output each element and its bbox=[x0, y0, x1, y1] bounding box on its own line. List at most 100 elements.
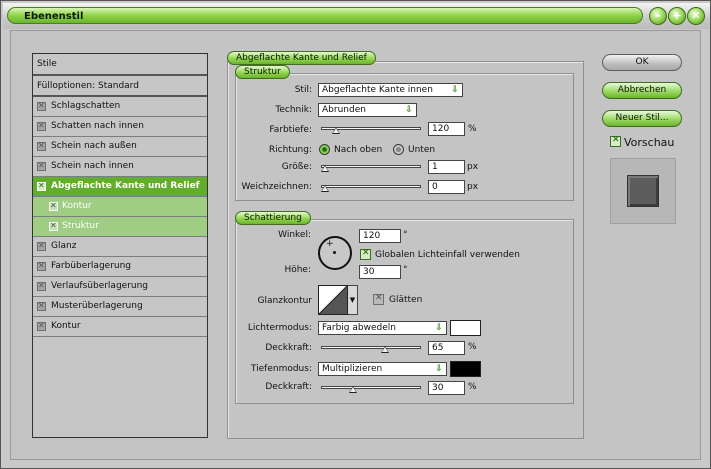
shadow-opacity-input[interactable]: 30 bbox=[428, 381, 465, 395]
size-input[interactable]: 1 bbox=[428, 160, 465, 174]
style-list-item[interactable]: Verlaufsüberlagerung bbox=[33, 277, 207, 297]
angle-input-value: 120 bbox=[363, 231, 381, 241]
ok-button[interactable]: OK bbox=[602, 54, 682, 71]
highlight-opacity-slider[interactable] bbox=[321, 343, 421, 355]
layer-style-dialog: Ebenenstil – + ✕ Stile Fülloptionen: Sta… bbox=[0, 0, 711, 469]
style-list-item[interactable]: Kontur bbox=[33, 317, 207, 337]
contour-curve-icon bbox=[319, 286, 347, 314]
style-list-header[interactable]: Stile bbox=[33, 54, 207, 76]
style-list-item[interactable]: Kontur bbox=[33, 197, 207, 217]
shading-group bbox=[235, 219, 574, 404]
cancel-button[interactable]: Abbrechen bbox=[602, 82, 682, 99]
global-light-checkbox[interactable] bbox=[360, 248, 371, 260]
shadow-mode-label: Tiefenmodus: bbox=[250, 364, 312, 374]
style-dropdown-value: Abgeflachte Kante innen bbox=[322, 85, 433, 95]
style-list-item-label: Struktur bbox=[62, 221, 99, 231]
style-enable-checkbox[interactable] bbox=[37, 281, 46, 291]
style-enable-checkbox[interactable] bbox=[37, 101, 46, 111]
window-title: Ebenenstil bbox=[24, 11, 84, 22]
title-pill: Ebenenstil bbox=[7, 7, 643, 24]
shadow-mode-value: Multiplizieren bbox=[322, 364, 383, 374]
highlight-mode-value: Farbig abwedeln bbox=[322, 323, 396, 333]
style-list-item[interactable]: Schein nach innen bbox=[33, 157, 207, 177]
depth-label: Farbtiefe: bbox=[269, 125, 312, 135]
style-preview-box bbox=[610, 158, 676, 224]
light-crosshair-icon: + bbox=[326, 239, 334, 249]
size-label: Größe: bbox=[281, 162, 312, 172]
style-enable-checkbox[interactable] bbox=[37, 241, 46, 251]
angle-input[interactable]: 120 bbox=[359, 229, 401, 243]
style-list-item-label: Schatten nach innen bbox=[51, 121, 144, 131]
soften-input-value: 0 bbox=[432, 182, 438, 192]
shadow-opacity-slider[interactable] bbox=[321, 383, 421, 395]
gloss-contour-menu-button[interactable]: ▼ bbox=[348, 285, 358, 315]
style-list-item[interactable]: Schein nach außen bbox=[33, 137, 207, 157]
soften-input[interactable]: 0 bbox=[428, 180, 465, 194]
technique-label: Technik: bbox=[275, 105, 312, 115]
style-list-item[interactable]: Schlagschatten bbox=[33, 97, 207, 117]
highlight-color-swatch[interactable] bbox=[450, 320, 481, 336]
depth-input-value: 120 bbox=[432, 124, 450, 134]
technique-dropdown-value: Abrunden bbox=[322, 105, 366, 115]
new-style-button[interactable]: Neuer Stil... bbox=[602, 110, 682, 127]
highlight-opacity-input[interactable]: 65 bbox=[428, 341, 465, 355]
blending-options-label: Fülloptionen: Standard bbox=[37, 81, 139, 91]
depth-slider[interactable] bbox=[321, 124, 421, 136]
size-unit: px bbox=[467, 162, 479, 172]
style-list-item-label: Farbüberlagerung bbox=[51, 261, 132, 271]
style-list-item-label: Verlaufsüberlagerung bbox=[51, 281, 149, 291]
style-list-item[interactable]: Musterüberlagerung bbox=[33, 297, 207, 317]
depth-input[interactable]: 120 bbox=[428, 122, 465, 136]
shadow-mode-dropdown[interactable]: Multiplizieren ⇩ bbox=[318, 362, 447, 376]
angle-dial[interactable]: + bbox=[318, 236, 352, 270]
highlight-opacity-thumb[interactable] bbox=[381, 346, 389, 353]
soften-slider[interactable] bbox=[321, 182, 421, 194]
technique-dropdown[interactable]: Abrunden ⇩ bbox=[318, 103, 417, 117]
style-enable-checkbox[interactable] bbox=[37, 121, 46, 131]
style-list-item-label: Glanz bbox=[51, 241, 77, 251]
style-list-item[interactable]: Abgeflachte Kante und Relief bbox=[33, 177, 207, 197]
global-light-label: Globalen Lichteinfall verwenden bbox=[375, 250, 520, 260]
size-slider-thumb[interactable] bbox=[321, 165, 329, 172]
style-enable-checkbox[interactable] bbox=[37, 141, 46, 151]
blending-options-item[interactable]: Fülloptionen: Standard bbox=[33, 76, 207, 97]
direction-up-radio[interactable] bbox=[319, 144, 330, 155]
gloss-contour-label: Glanzkontur bbox=[257, 296, 312, 306]
altitude-input[interactable]: 30 bbox=[359, 265, 401, 279]
direction-label: Richtung: bbox=[268, 145, 312, 155]
style-list-item[interactable]: Farbüberlagerung bbox=[33, 257, 207, 277]
style-list-item[interactable]: Glanz bbox=[33, 237, 207, 257]
style-enable-checkbox[interactable] bbox=[49, 221, 58, 231]
title-bar[interactable]: Ebenenstil – + ✕ bbox=[3, 3, 710, 29]
direction-down-radio[interactable] bbox=[393, 144, 404, 155]
close-icon[interactable]: ✕ bbox=[687, 7, 705, 25]
antialias-checkbox[interactable] bbox=[373, 293, 384, 305]
style-enable-checkbox[interactable] bbox=[37, 321, 46, 331]
size-slider[interactable] bbox=[321, 162, 421, 174]
style-list: Stile Fülloptionen: Standard Schlagschat… bbox=[32, 53, 208, 438]
preview-checkbox[interactable] bbox=[610, 135, 621, 147]
shading-group-title: Schattierung bbox=[235, 211, 311, 225]
highlight-opacity-unit: % bbox=[468, 342, 477, 352]
shadow-color-swatch[interactable] bbox=[450, 361, 481, 377]
soften-slider-thumb[interactable] bbox=[321, 185, 329, 192]
style-list-item-label: Musterüberlagerung bbox=[51, 301, 143, 311]
style-enable-checkbox[interactable] bbox=[37, 181, 46, 191]
minimize-icon[interactable]: – bbox=[649, 7, 667, 25]
gloss-contour-picker[interactable] bbox=[318, 285, 348, 315]
style-enable-checkbox[interactable] bbox=[37, 301, 46, 311]
style-dropdown[interactable]: Abgeflachte Kante innen ⇩ bbox=[318, 83, 463, 97]
style-list-item-label: Kontur bbox=[51, 321, 81, 331]
highlight-mode-dropdown[interactable]: Farbig abwedeln ⇩ bbox=[318, 321, 447, 335]
maximize-icon[interactable]: + bbox=[668, 7, 686, 25]
depth-slider-thumb[interactable] bbox=[332, 127, 340, 134]
style-enable-checkbox[interactable] bbox=[37, 261, 46, 271]
highlight-opacity-label: Deckkraft: bbox=[265, 343, 312, 353]
style-enable-checkbox[interactable] bbox=[49, 201, 58, 211]
style-enable-checkbox[interactable] bbox=[37, 161, 46, 171]
shadow-opacity-thumb[interactable] bbox=[349, 386, 357, 393]
dropdown-arrow-icon: ⇩ bbox=[435, 323, 443, 333]
style-list-item[interactable]: Struktur bbox=[33, 217, 207, 237]
style-list-item-label: Schein nach außen bbox=[51, 141, 137, 151]
style-list-item[interactable]: Schatten nach innen bbox=[33, 117, 207, 137]
